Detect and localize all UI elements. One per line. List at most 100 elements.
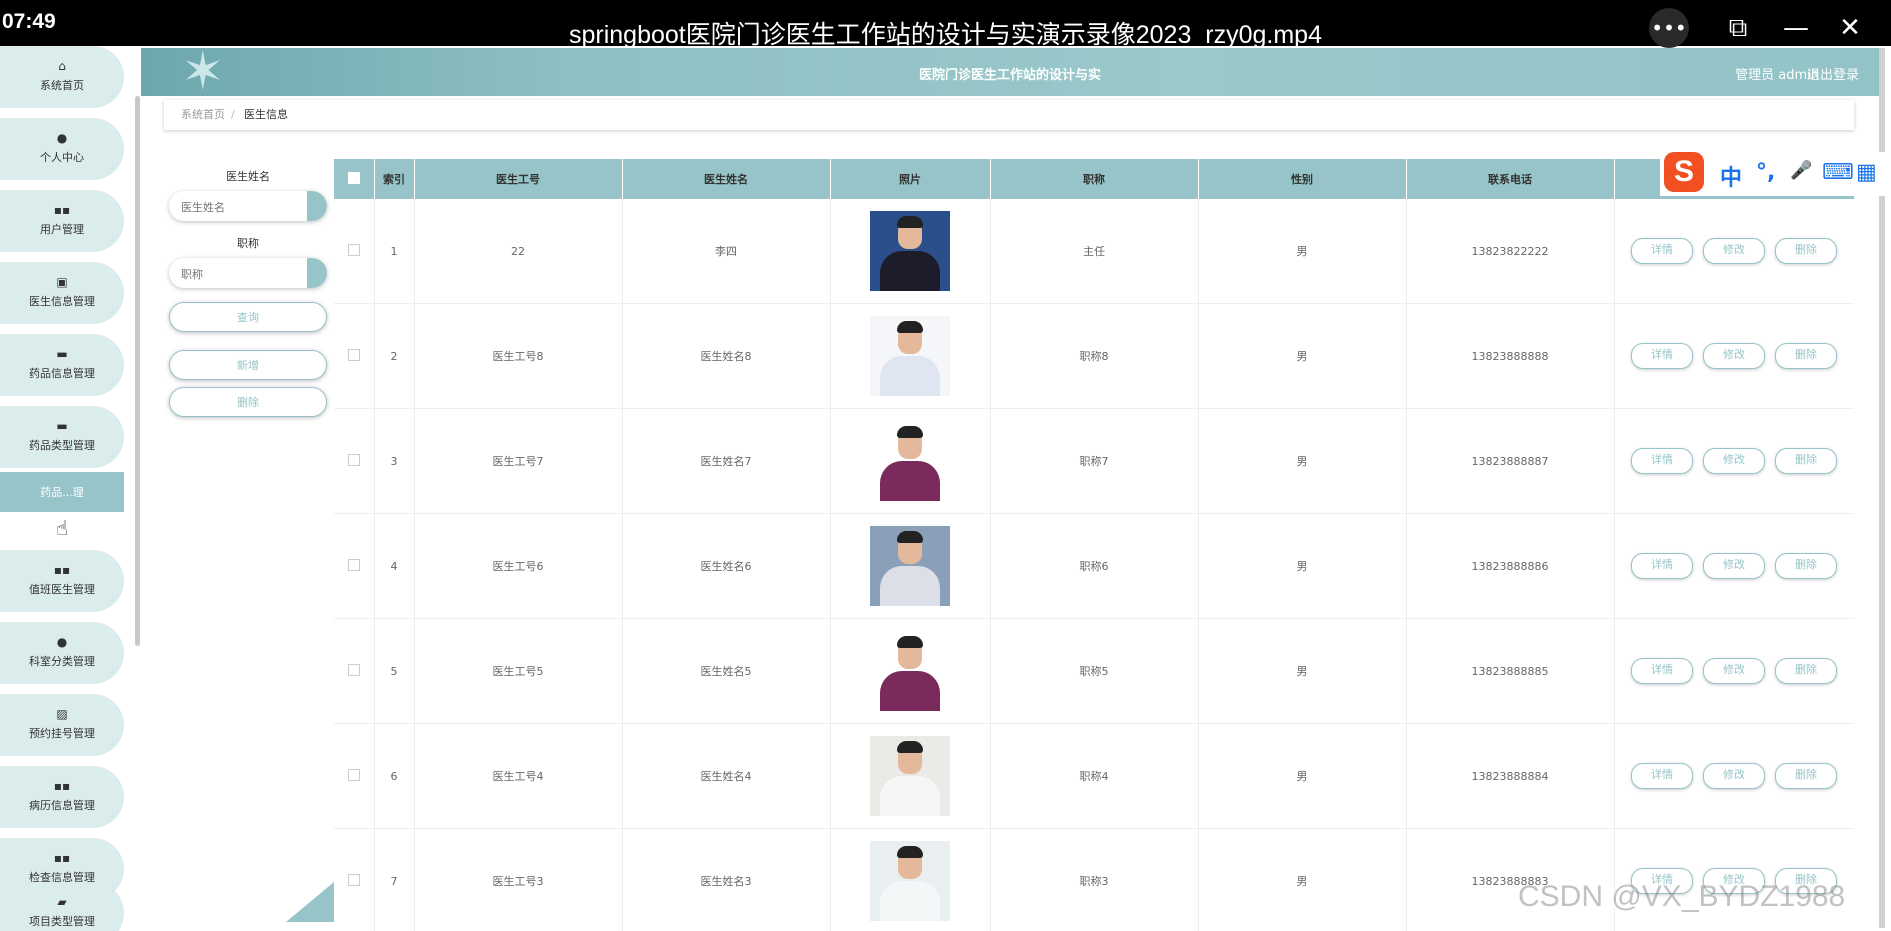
print-icon: ▬ bbox=[56, 419, 68, 433]
more-options-icon[interactable]: ••• bbox=[1649, 8, 1689, 48]
gender-cell: 男 bbox=[1198, 303, 1407, 409]
row-checkbox[interactable] bbox=[347, 768, 360, 781]
column-header[interactable]: 职称 bbox=[990, 159, 1199, 199]
sidebar-item-home[interactable]: ⌂ 系统首页 bbox=[0, 46, 124, 108]
photo-cell bbox=[830, 828, 991, 931]
doctor-name-cell: 医生姓名8 bbox=[622, 303, 831, 409]
row-checkbox[interactable] bbox=[347, 663, 360, 676]
sidebar-item-drug-info[interactable]: ▬ 药品信息管理 bbox=[0, 334, 124, 396]
grid-icon: ▪▪ bbox=[53, 203, 71, 217]
sidebar-item-label: 医生信息管理 bbox=[29, 295, 95, 308]
ime-chinese-icon[interactable]: 中 bbox=[1720, 160, 1742, 192]
photo-cell bbox=[830, 513, 991, 619]
apps-grid-icon[interactable]: ▦ bbox=[1856, 160, 1877, 185]
gender-cell: 男 bbox=[1198, 513, 1407, 619]
column-header[interactable]: 性别 bbox=[1198, 159, 1407, 199]
column-header: 照片 bbox=[830, 159, 991, 199]
sidebar-item-project-type[interactable]: ▰ 项目类型管理 bbox=[0, 882, 124, 931]
doctor-name-label: 医生姓名 bbox=[226, 170, 270, 183]
microphone-icon[interactable]: 🎤 bbox=[1790, 160, 1812, 181]
row-checkbox[interactable] bbox=[347, 873, 360, 886]
row-checkbox[interactable] bbox=[347, 453, 360, 466]
title-field[interactable] bbox=[169, 258, 327, 288]
row-checkbox[interactable] bbox=[347, 558, 360, 571]
grid-icon: ▪▪ bbox=[53, 779, 71, 793]
title-cell: 职称4 bbox=[990, 723, 1199, 829]
sidebar-item-drug-sub-active[interactable]: 药品...理 bbox=[0, 472, 124, 512]
minimize-icon[interactable]: — bbox=[1776, 8, 1816, 48]
table-row: 2 医生工号8 医生姓名8 职称8 男 13823888888 详情 修改 删除 bbox=[334, 303, 1854, 409]
keyboard-icon[interactable]: ⌨ bbox=[1822, 160, 1854, 185]
edit-button[interactable]: 修改 bbox=[1703, 658, 1765, 684]
actions-cell: 详情 修改 删除 bbox=[1614, 723, 1854, 829]
photo-body bbox=[880, 566, 940, 606]
title-input[interactable] bbox=[179, 258, 313, 288]
sidebar-item-medical-record[interactable]: ▪▪ 病历信息管理 bbox=[0, 766, 124, 828]
detail-button[interactable]: 详情 bbox=[1631, 448, 1693, 474]
sidebar-scrollbar[interactable] bbox=[135, 96, 140, 646]
sidebar-item-drug-type[interactable]: ▬ 药品类型管理 bbox=[0, 406, 124, 468]
mini-player-icon[interactable]: ⧉ bbox=[1718, 8, 1758, 48]
detail-button[interactable]: 详情 bbox=[1631, 343, 1693, 369]
edit-button[interactable]: 修改 bbox=[1703, 553, 1765, 579]
doctor-id-cell: 22 bbox=[414, 199, 623, 304]
sidebar-item-doctor-info[interactable]: ▣ 医生信息管理 bbox=[0, 262, 124, 324]
row-checkbox[interactable] bbox=[347, 243, 360, 256]
close-icon[interactable]: ✕ bbox=[1830, 8, 1870, 48]
edit-button[interactable]: 修改 bbox=[1703, 343, 1765, 369]
detail-button[interactable]: 详情 bbox=[1631, 658, 1693, 684]
search-button[interactable]: 查询 bbox=[169, 302, 327, 332]
gender-cell: 男 bbox=[1198, 828, 1407, 931]
sidebar-item-appointment[interactable]: ▨ 预约挂号管理 bbox=[0, 694, 124, 756]
row-select-cell bbox=[334, 618, 375, 724]
delete-button[interactable]: 删除 bbox=[1775, 658, 1837, 684]
detail-button[interactable]: 详情 bbox=[1631, 553, 1693, 579]
delete-button[interactable]: 删除 bbox=[1775, 553, 1837, 579]
doctor-photo bbox=[870, 526, 950, 606]
delete-button[interactable]: 删除 bbox=[1775, 343, 1837, 369]
batch-delete-button[interactable]: 删除 bbox=[169, 387, 327, 417]
user-icon: ● bbox=[56, 131, 68, 145]
delete-button[interactable]: 删除 bbox=[1775, 238, 1837, 264]
edit-button[interactable]: 修改 bbox=[1703, 238, 1765, 264]
select-all-checkbox[interactable] bbox=[347, 171, 360, 184]
sidebar-item-department[interactable]: ● 科室分类管理 bbox=[0, 622, 124, 684]
breadcrumb: 系统首页 / 医生信息 bbox=[164, 100, 1854, 130]
detail-button[interactable]: 详情 bbox=[1631, 763, 1693, 789]
column-header[interactable]: 医生姓名 bbox=[622, 159, 831, 199]
sidebar: ⌂ 系统首页 ● 个人中心 ▪▪ 用户管理 ▣ 医生信息管理 ▬ 药品信息管理 … bbox=[0, 46, 140, 931]
doctor-photo bbox=[870, 421, 950, 501]
photo-hair bbox=[897, 426, 923, 438]
sidebar-item-duty-doctor[interactable]: ▪▪ 值班医生管理 bbox=[0, 550, 124, 612]
user-icon: ● bbox=[56, 635, 68, 649]
title-label: 职称 bbox=[237, 237, 259, 250]
photo-cell bbox=[830, 199, 991, 304]
gender-cell: 男 bbox=[1198, 723, 1407, 829]
add-button[interactable]: 新增 bbox=[169, 350, 327, 380]
home-icon: ⌂ bbox=[58, 59, 66, 73]
edit-button[interactable]: 修改 bbox=[1703, 763, 1765, 789]
doctor-name-cell: 医生姓名6 bbox=[622, 513, 831, 619]
doctor-name-input[interactable] bbox=[179, 191, 313, 221]
sidebar-item-users[interactable]: ▪▪ 用户管理 bbox=[0, 190, 124, 252]
index-cell: 7 bbox=[374, 828, 415, 931]
ime-punctuation-icon[interactable]: °, bbox=[1756, 160, 1775, 185]
logout-link[interactable]: 退出登录 bbox=[1807, 64, 1859, 83]
row-select-cell bbox=[334, 199, 375, 304]
row-select-cell bbox=[334, 828, 375, 931]
sidebar-item-label: 药品类型管理 bbox=[29, 439, 95, 452]
breadcrumb-home[interactable]: 系统首页 bbox=[181, 100, 225, 130]
detail-button[interactable]: 详情 bbox=[1631, 238, 1693, 264]
column-header[interactable]: 联系电话 bbox=[1406, 159, 1615, 199]
ime-logo-icon[interactable]: S bbox=[1664, 152, 1704, 192]
phone-cell: 13823888885 bbox=[1406, 618, 1615, 724]
sidebar-item-profile[interactable]: ● 个人中心 bbox=[0, 118, 124, 180]
edit-button[interactable]: 修改 bbox=[1703, 448, 1765, 474]
watermark: CSDN @VX_BYDZ1988 bbox=[1518, 880, 1846, 913]
row-checkbox[interactable] bbox=[347, 348, 360, 361]
doctor-name-field[interactable] bbox=[169, 191, 327, 221]
doctor-name-cell: 医生姓名5 bbox=[622, 618, 831, 724]
delete-button[interactable]: 删除 bbox=[1775, 763, 1837, 789]
delete-button[interactable]: 删除 bbox=[1775, 448, 1837, 474]
column-header[interactable]: 医生工号 bbox=[414, 159, 623, 199]
